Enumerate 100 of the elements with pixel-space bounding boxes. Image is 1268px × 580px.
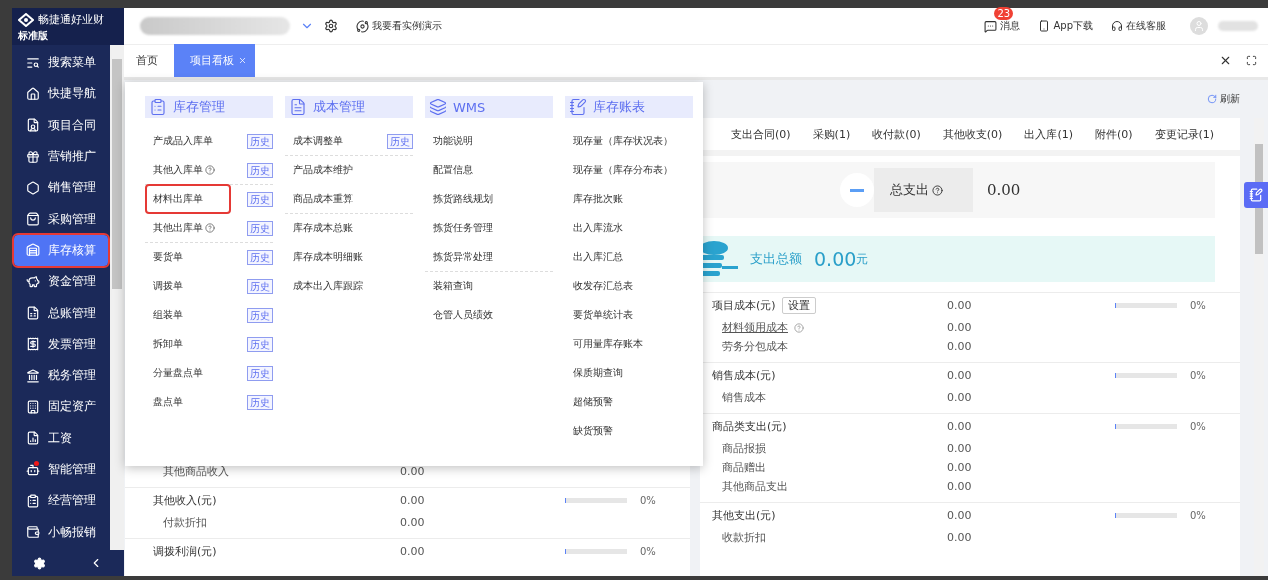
sidebar-item[interactable]: 发票管理 xyxy=(12,328,110,360)
sidebar-item[interactable]: 总账管理 xyxy=(12,297,110,329)
menu-item[interactable]: 分量盘点单 xyxy=(147,362,209,384)
menu-item[interactable]: 库存批次账 xyxy=(567,188,629,210)
sidebar-item[interactable]: 销售管理 xyxy=(12,172,110,204)
receipt-icon xyxy=(26,337,40,352)
sidebar-item[interactable]: 营销推广 xyxy=(12,140,110,173)
history-link[interactable]: 历史 xyxy=(247,365,273,381)
sidebar-item[interactable]: 工资 xyxy=(12,422,110,454)
edition-label: 标准版 xyxy=(18,29,49,43)
settings-button[interactable]: 设置 xyxy=(781,297,816,314)
sidebar-item[interactable]: 小畅报销 xyxy=(12,516,110,548)
percent-text: 0% xyxy=(640,546,656,557)
detail-tab[interactable]: 其他收支(0) xyxy=(931,126,1014,142)
online-service-button[interactable]: 在线客服 xyxy=(1111,19,1166,33)
detail-tab[interactable]: 采购(1) xyxy=(801,126,862,142)
menu-item[interactable]: 现存量（库存状况表） xyxy=(567,130,679,152)
history-link[interactable]: 历史 xyxy=(247,162,273,178)
history-link[interactable]: 历史 xyxy=(247,249,273,265)
warehouse-icon xyxy=(26,243,40,258)
spreadsheet-icon xyxy=(26,306,40,320)
notebook-icon xyxy=(1249,188,1263,202)
help-icon[interactable] xyxy=(932,184,943,196)
menu-item[interactable]: 其他入库单 xyxy=(147,159,221,181)
layers-icon xyxy=(429,98,447,116)
settings-icon[interactable] xyxy=(324,19,338,33)
menu-item[interactable]: 组装单 xyxy=(147,304,189,326)
phone-icon xyxy=(1038,20,1051,32)
menu-item[interactable]: 拆卸单 xyxy=(147,333,189,355)
history-link[interactable]: 历史 xyxy=(247,394,273,410)
app-download-button[interactable]: App下载 xyxy=(1038,19,1093,33)
menu-item[interactable]: 其他出库单 xyxy=(147,217,221,239)
menu-section-header: 库存账表 xyxy=(565,96,693,118)
menu-item[interactable]: 产成品入库单 xyxy=(147,130,219,152)
menu-section-header: 库存管理 xyxy=(145,96,273,118)
menu-item[interactable]: 出入库流水 xyxy=(567,217,629,239)
menu-item[interactable]: 要货单 xyxy=(147,246,189,268)
history-link[interactable]: 历史 xyxy=(247,336,273,352)
sidebar-item[interactable]: 资金管理 xyxy=(12,266,110,298)
menu-item[interactable]: 材料出库单 xyxy=(147,186,229,212)
menu-item[interactable]: 调拨单 xyxy=(147,275,189,297)
menu-item[interactable]: 成本调整单 xyxy=(287,130,349,152)
detail-tab[interactable]: 附件(0) xyxy=(1083,126,1144,142)
menu-item[interactable]: 成本出入库跟踪 xyxy=(287,275,369,297)
percent-text: 0% xyxy=(1190,370,1206,381)
menu-item[interactable]: 拣货异常处理 xyxy=(427,246,499,268)
sidebar-item[interactable]: 税务管理 xyxy=(12,359,110,392)
refresh-button[interactable]: 刷新 xyxy=(1207,92,1240,106)
sidebar-item[interactable]: 搜索菜单 xyxy=(12,47,110,79)
menu-item[interactable]: 盘点单 xyxy=(147,391,189,413)
sidebar-item[interactable]: 固定资产 xyxy=(12,391,110,423)
history-link[interactable]: 历史 xyxy=(247,133,273,149)
sidebar-item[interactable]: 采购管理 xyxy=(12,203,110,235)
cost-link[interactable]: 材料领用成本 xyxy=(722,320,788,335)
tab[interactable]: 首页 xyxy=(130,44,164,77)
menu-item[interactable]: 超储预警 xyxy=(567,391,619,413)
history-link[interactable]: 历史 xyxy=(387,133,413,149)
scrollbar[interactable] xyxy=(110,45,124,550)
detail-tab[interactable]: 出入库(1) xyxy=(1013,126,1084,142)
history-link[interactable]: 历史 xyxy=(247,220,273,236)
menu-item[interactable]: 出入库汇总 xyxy=(567,246,629,268)
history-link[interactable]: 历史 xyxy=(247,191,273,207)
sidebar-item[interactable]: 项目合同 xyxy=(12,109,110,141)
row-value: 0.00 xyxy=(947,420,973,433)
menu-item[interactable]: 现存量（库存分布表） xyxy=(567,159,679,181)
menu-item[interactable]: 功能说明 xyxy=(427,130,479,152)
tab[interactable]: 项目看板 xyxy=(174,44,255,77)
menu-item[interactable]: 配置信息 xyxy=(427,159,479,181)
menu-item[interactable]: 拣货路线规划 xyxy=(427,188,499,210)
menu-item[interactable]: 库存成本总账 xyxy=(287,217,359,239)
menu-item[interactable]: 产品成本维护 xyxy=(287,159,359,181)
menu-item[interactable]: 保质期查询 xyxy=(567,362,629,384)
detail-tab[interactable]: 变更记录(1) xyxy=(1143,126,1226,142)
menu-item[interactable]: 装箱查询 xyxy=(427,275,479,297)
menu-item[interactable]: 商品成本重算 xyxy=(287,188,359,210)
menu-item[interactable]: 要货单统计表 xyxy=(567,304,639,326)
history-link[interactable]: 历史 xyxy=(247,278,273,294)
search-icon xyxy=(26,55,40,70)
menu-item[interactable]: 缺货预警 xyxy=(567,420,619,442)
note-button[interactable] xyxy=(1244,182,1268,208)
menu-item[interactable]: 库存成本明细账 xyxy=(287,246,369,268)
row-value: 0.00 xyxy=(947,531,973,544)
messages-button[interactable]: 消息 xyxy=(984,19,1021,33)
detail-tab[interactable]: 收付款(0) xyxy=(861,126,932,142)
history-link[interactable]: 历史 xyxy=(247,307,273,323)
sidebar-item[interactable]: 快捷导航 xyxy=(12,78,110,110)
menu-item[interactable]: 拣货任务管理 xyxy=(427,217,499,239)
menu-item[interactable]: 仓管人员绩效 xyxy=(427,304,499,326)
close-icon[interactable] xyxy=(238,56,247,65)
bag-icon xyxy=(26,212,40,227)
help-icon[interactable] xyxy=(205,223,215,233)
sidebar-item[interactable]: 库存核算 xyxy=(14,234,108,267)
menu-item[interactable]: 可用量库存账本 xyxy=(567,333,649,355)
sidebar-item[interactable]: 经营管理 xyxy=(12,485,110,517)
menu-item[interactable]: 收发存汇总表 xyxy=(567,275,639,297)
help-icon[interactable] xyxy=(205,165,215,175)
sidebar-item[interactable]: 智能管理 xyxy=(12,453,110,486)
detail-tab[interactable]: 支出合同(0) xyxy=(720,126,802,142)
row-value: 0.00 xyxy=(947,442,973,455)
demo-link[interactable]: 我要看实例演示 xyxy=(356,19,442,33)
